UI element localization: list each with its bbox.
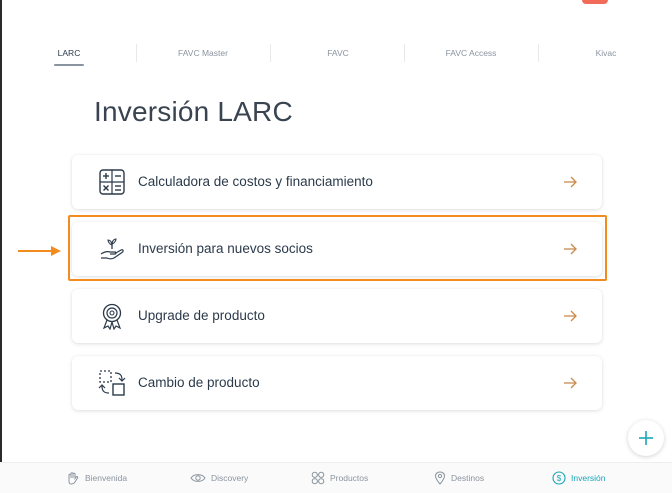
nav-discovery[interactable]: Discovery [190, 463, 248, 493]
product-tabs: LARC FAVC Master FAVC FAVC Access Kivac [0, 40, 672, 70]
nav-destinos[interactable]: Destinos [434, 463, 484, 493]
swap-product-icon [98, 370, 126, 396]
arrow-right-icon [564, 243, 577, 255]
svg-text:$: $ [557, 474, 562, 483]
tab-divider [404, 44, 405, 62]
nav-inversion[interactable]: $ Inversión [552, 463, 606, 493]
menu-item-label: Cambio de producto [138, 375, 260, 390]
tab-divider [136, 44, 137, 62]
menu-item-label: Upgrade de producto [138, 308, 265, 323]
tab-favc[interactable]: FAVC [310, 40, 366, 66]
location-pin-icon [434, 471, 446, 485]
tab-favc-access[interactable]: FAVC Access [428, 40, 514, 66]
tab-divider [538, 44, 539, 62]
add-button[interactable] [628, 420, 664, 456]
nav-label: Inversión [571, 473, 606, 483]
page-title: Inversión LARC [94, 96, 293, 127]
menu-item-inversion-nuevos-socios[interactable]: Inversión para nuevos socios [72, 222, 602, 276]
arrow-right-icon [564, 176, 577, 188]
record-indicator [582, 0, 608, 4]
menu-item-cambio[interactable]: Cambio de producto [72, 356, 602, 410]
menu-item-calculadora[interactable]: Calculadora de costos y financiamiento [72, 155, 602, 209]
plus-icon [639, 431, 653, 445]
dollar-coin-icon: $ [552, 471, 566, 485]
nav-bienvenida[interactable]: Bienvenida [66, 463, 127, 493]
arrow-right-icon [564, 377, 577, 389]
hand-icon [68, 472, 79, 485]
status-bar [0, 0, 672, 6]
grid-icon [311, 471, 325, 485]
tab-larc[interactable]: LARC [44, 40, 94, 66]
nav-label: Productos [330, 473, 369, 483]
calculator-icon [99, 169, 125, 195]
pointer-arrow-icon [18, 246, 61, 256]
nav-productos[interactable]: Productos [311, 463, 368, 493]
menu-item-upgrade[interactable]: Upgrade de producto [72, 289, 602, 343]
plant-in-hand-icon [100, 238, 124, 260]
tab-favc-master[interactable]: FAVC Master [160, 40, 246, 66]
nav-label: Destinos [451, 473, 485, 483]
tab-kivac[interactable]: Kivac [584, 40, 628, 66]
menu-item-label: Calculadora de costos y financiamiento [138, 174, 373, 189]
award-badge-icon [102, 303, 122, 330]
menu-item-label: Inversión para nuevos socios [138, 241, 313, 256]
eye-icon [190, 474, 206, 482]
arrow-right-icon [564, 310, 577, 322]
nav-label: Bienvenida [85, 473, 128, 483]
nav-label: Discovery [211, 473, 249, 483]
window-edge [0, 0, 2, 492]
bottom-navigation: Bienvenida Discovery Productos Destinos … [0, 462, 672, 493]
tab-divider [270, 44, 271, 62]
